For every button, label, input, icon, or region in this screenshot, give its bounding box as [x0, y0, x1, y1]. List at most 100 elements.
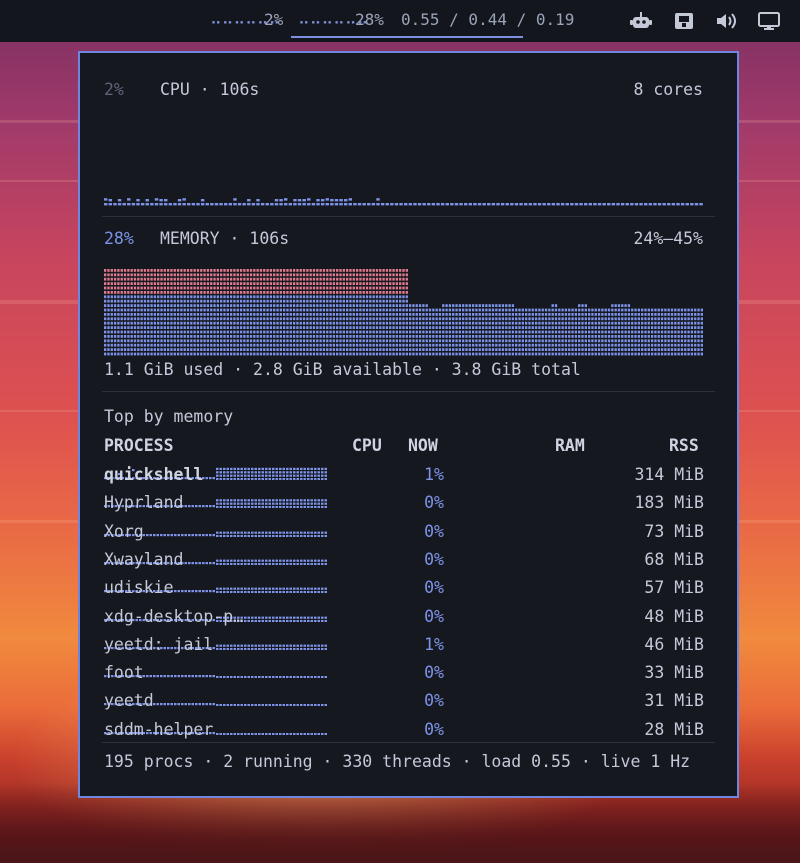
memory-history-point: [621, 304, 624, 307]
process-rss: 68 MiB: [644, 549, 704, 569]
process-cpu-now: 1%: [424, 465, 444, 484]
memory-history-point: [289, 269, 292, 272]
memory-history-point: [511, 304, 515, 307]
memory-history-point: [491, 304, 495, 307]
memory-history-point: [223, 269, 226, 272]
memory-history-point: [395, 269, 399, 272]
memory-history-point: [674, 308, 677, 312]
cpu-history-point: [136, 199, 140, 202]
load-average-indicator[interactable]: 0.55 / 0.44 / 0.19: [401, 10, 574, 29]
table-row[interactable]: xdg-desktop-p… 0% 48 MiB: [104, 607, 704, 631]
cpu-history-point: [159, 199, 163, 202]
process-name: Hyprland: [104, 493, 184, 513]
cpu-history-point: [302, 199, 306, 202]
memory-history-point: [269, 269, 273, 272]
memory-history-point: [687, 308, 690, 312]
memory-history-point: [558, 308, 561, 312]
memory-history-point: [183, 269, 186, 272]
memory-history-point: [660, 308, 664, 312]
memory-history-point: [163, 269, 166, 272]
memory-history-point: [332, 269, 336, 272]
memory-history-point: [389, 269, 392, 272]
memory-history-point: [286, 269, 289, 272]
memory-history-point: [700, 308, 703, 312]
table-row[interactable]: Xorg 0% 73 MiB: [104, 522, 704, 546]
robot-icon[interactable]: [630, 11, 652, 31]
memory-history-point: [667, 308, 670, 312]
memory-history-point: [216, 269, 220, 272]
memory-history-point: [697, 308, 700, 312]
memory-history-point: [206, 269, 210, 272]
memory-history-point: [339, 269, 342, 272]
process-name: udiskie: [104, 578, 174, 598]
memory-history-point: [104, 269, 107, 272]
table-row[interactable]: Xwayland 0% 68 MiB: [104, 550, 704, 574]
table-row[interactable]: sddm-helper 0% 28 MiB: [104, 720, 704, 744]
memory-history-point: [137, 269, 140, 272]
header-process[interactable]: PROCESS: [104, 436, 174, 455]
memory-history-point: [508, 304, 511, 307]
cpu-history-point: [293, 199, 297, 202]
memory-history-point: [462, 304, 465, 307]
memory-history-point: [438, 308, 442, 312]
memory-history-point: [611, 304, 614, 307]
table-header: PROCESS CPU NOW RAM RSS: [104, 436, 704, 460]
table-row[interactable]: udiskie 0% 57 MiB: [104, 578, 704, 602]
memory-history-point: [147, 269, 150, 272]
memory-history-point: [203, 269, 206, 272]
cpu-history-point: [376, 198, 380, 201]
process-cpu-now: 0%: [424, 521, 444, 541]
memory-history-point: [296, 269, 299, 272]
memory-history-point: [684, 308, 687, 312]
cpu-history-point: [297, 199, 302, 202]
header-cpu[interactable]: CPU: [352, 436, 382, 455]
table-row[interactable]: yeetd 0% 31 MiB: [104, 691, 704, 715]
cpu-history-point: [182, 198, 186, 201]
table-row[interactable]: Hyprland 0% 183 MiB: [104, 493, 704, 517]
process-cpu-now: 0%: [424, 691, 444, 711]
memory-history-point: [571, 308, 574, 312]
memory-history-point: [319, 269, 322, 272]
cpu-history-point: [104, 198, 108, 201]
memory-history-point: [448, 304, 452, 307]
header-now[interactable]: NOW: [408, 436, 438, 455]
memory-history-point: [418, 304, 422, 307]
memory-history-point: [641, 308, 644, 312]
memory-history-point: [306, 269, 309, 272]
table-row[interactable]: foot 0% 33 MiB: [104, 663, 704, 687]
header-rss[interactable]: RSS: [669, 436, 699, 455]
memory-history-point: [521, 308, 524, 312]
memory-history-point: [352, 269, 355, 272]
cpu-history-point: [344, 199, 348, 202]
table-row[interactable]: yeetd: jail 1% 46 MiB: [104, 635, 704, 659]
memory-history-point: [253, 269, 256, 272]
memory-history-point: [425, 304, 428, 307]
memory-history-point: [452, 304, 455, 307]
memory-history-point: [213, 269, 216, 272]
memory-history-point: [326, 269, 329, 272]
mem-percent-indicator[interactable]: 28%: [355, 10, 384, 29]
table-row[interactable]: quickshell 1% 314 MiB: [104, 465, 704, 489]
disk-icon[interactable]: [673, 11, 695, 31]
memory-history-point: [302, 269, 306, 272]
memory-history-point: [485, 304, 488, 307]
header-ram[interactable]: RAM: [555, 436, 585, 455]
cpu-percent-indicator[interactable]: 2%: [264, 10, 283, 29]
memory-history-point: [568, 308, 571, 312]
monitor-icon[interactable]: [758, 11, 780, 31]
memory-history-point: [166, 269, 170, 272]
memory-history-point: [455, 304, 458, 307]
memory-history-point: [581, 304, 584, 307]
cpu-history-point: [334, 199, 339, 202]
process-name: yeetd: jail: [104, 634, 214, 654]
memory-summary: 1.1 GiB used · 2.8 GiB available · 3.8 G…: [104, 360, 581, 379]
volume-icon[interactable]: [715, 11, 737, 31]
memory-history-point: [481, 304, 485, 307]
memory-history-point: [127, 269, 130, 272]
cpu-history-point: [325, 198, 329, 201]
memory-range: 24%–45%: [633, 229, 703, 248]
process-cpu-now: 0%: [424, 719, 444, 739]
memory-history-point: [220, 269, 223, 272]
memory-history-point: [534, 308, 538, 312]
memory-history-point: [515, 308, 518, 312]
